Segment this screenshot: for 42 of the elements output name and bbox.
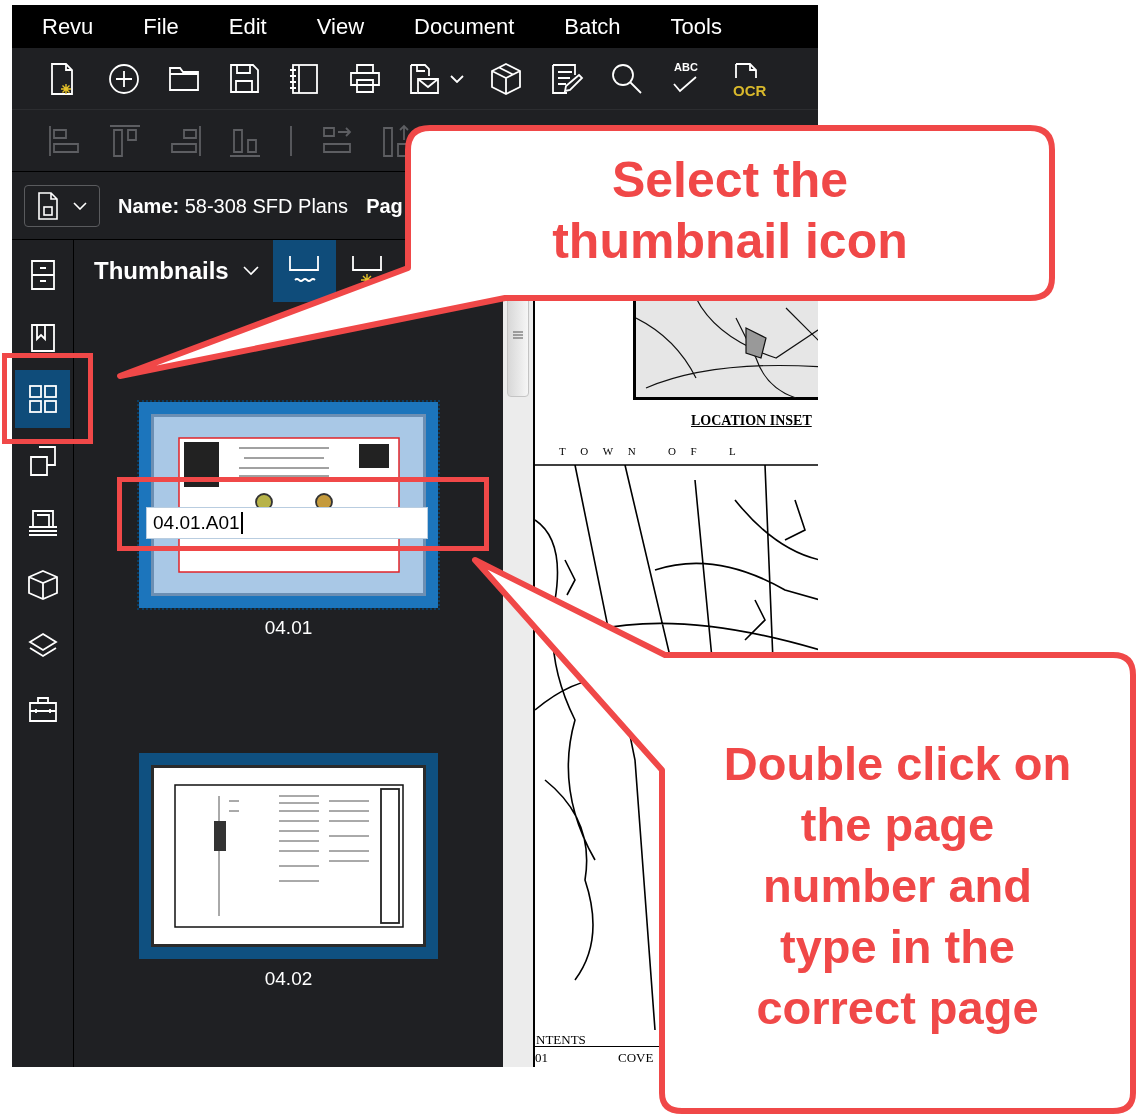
view-toggle[interactable]	[272, 240, 336, 302]
page-label[interactable]: 04.02	[264, 964, 313, 993]
panel-title: Thumbnails	[94, 256, 229, 286]
page-label-field[interactable]: 04.01.A01	[146, 507, 428, 539]
file-dropdown[interactable]	[24, 184, 100, 227]
callout-text: Double click on the page number and type in the correct page	[722, 736, 1073, 1036]
page-label: Pag	[366, 193, 403, 219]
file-icon	[37, 190, 59, 221]
menu-item[interactable]: File	[143, 10, 179, 43]
menu-item[interactable]: View	[316, 10, 365, 43]
document-stack-icon	[26, 507, 59, 539]
page-thumbnail[interactable]: 04.01.A01	[139, 402, 438, 608]
table-heading: NTENTS	[536, 1031, 586, 1049]
page-thumbnail[interactable]	[139, 752, 438, 959]
map-label: T O W N O F L	[559, 444, 742, 459]
printer-icon[interactable]	[348, 61, 382, 96]
save-icon[interactable]	[228, 61, 262, 96]
menu-item[interactable]: Document	[414, 10, 515, 43]
spell-label: ABC	[674, 61, 698, 73]
cube-icon[interactable]	[490, 61, 524, 96]
grid-icon	[26, 383, 59, 415]
menu-item[interactable]: Tools	[670, 10, 722, 43]
callout-text: Select the thumbnail icon	[551, 151, 909, 271]
edit-document-icon[interactable]	[550, 61, 584, 96]
cube-3d-icon	[26, 569, 59, 601]
caret-icon	[73, 201, 87, 210]
inset-title: LOCATION INSET	[691, 412, 812, 430]
table-cell-text: COVE	[618, 1049, 654, 1067]
document-name: Name: 58-308 SFD Plans	[118, 193, 349, 219]
chevron-down-icon[interactable]	[242, 266, 259, 276]
grip-icon	[513, 329, 523, 340]
menu-item[interactable]: Batch	[564, 10, 621, 43]
rail-tab[interactable]	[15, 370, 70, 428]
search-icon[interactable]	[610, 61, 644, 96]
menu-item[interactable]: Revu	[42, 10, 94, 43]
add-circle-icon[interactable]	[108, 61, 142, 96]
table-cell-text: 01	[535, 1049, 548, 1067]
ocr-label: OCR	[733, 82, 767, 98]
caret-icon[interactable]	[450, 74, 464, 83]
menu-item[interactable]: Edit	[228, 10, 267, 43]
save-mail-icon[interactable]	[408, 61, 442, 96]
page-label[interactable]: 04.01	[264, 614, 313, 643]
